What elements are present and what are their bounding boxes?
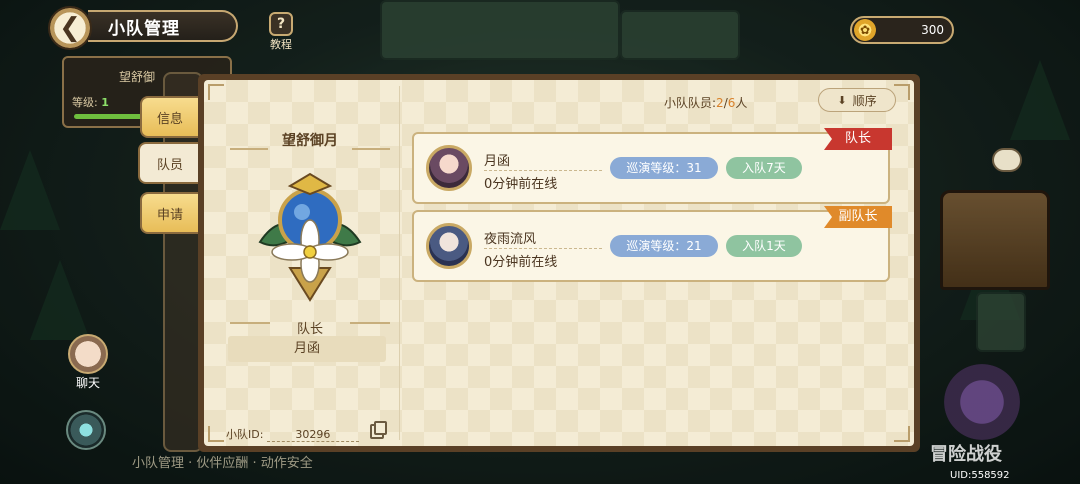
- tutorial-label: 教程: [270, 38, 292, 51]
- team-id-value: 30296: [266, 428, 359, 442]
- leader-name: 月函: [228, 336, 386, 362]
- member-name: 夜雨流风: [484, 232, 537, 247]
- leader-role-label: 队长: [296, 322, 323, 337]
- coin-counter[interactable]: ✿ 300: [850, 16, 954, 44]
- leader-ribbon: 队长: [824, 128, 892, 150]
- coin-icon: ✿: [854, 19, 876, 41]
- member-name: 月函: [484, 154, 511, 169]
- member-status: 0分钟前在线: [484, 248, 602, 270]
- tab-apply[interactable]: 申请: [140, 192, 198, 234]
- arrow-down-icon: ⬇: [837, 93, 847, 107]
- chat-label: 聊天: [75, 376, 100, 390]
- compass-icon[interactable]: [66, 410, 106, 450]
- adventure-label[interactable]: 冒险战役: [930, 440, 1002, 466]
- chat-button[interactable]: 聊天: [66, 334, 110, 391]
- member-days-badge: 入队7天: [726, 157, 802, 179]
- member-card[interactable]: 夜雨流风 0分钟前在线 巡演等级：21 入队1天 副队长: [412, 206, 892, 282]
- background-level: 等级: 1: [72, 94, 109, 110]
- background-team-name: 望舒御: [119, 70, 156, 84]
- member-avatar[interactable]: [426, 223, 472, 269]
- back-button[interactable]: ❮: [48, 6, 92, 50]
- help-icon: ?: [269, 12, 293, 36]
- corner-decoration: [894, 84, 910, 100]
- page-title: 小队管理: [88, 10, 238, 42]
- adventure-orb-icon[interactable]: [944, 364, 1020, 440]
- team-info-column: 望舒御月 队长 月函 小队ID: 30296: [210, 86, 400, 442]
- member-count-label: 小队队员:: [664, 96, 717, 110]
- order-button[interactable]: ⬇ 顺序: [818, 88, 896, 112]
- dialog-body: 望舒御月 队长 月函 小队ID: 30296 小队队员:2/6人 ⬇ 顺序 月函…: [204, 80, 914, 446]
- level-label: 等级:: [72, 96, 98, 109]
- order-label: 顺序: [852, 93, 877, 108]
- member-level-badge: 巡演等级：31: [610, 157, 718, 179]
- member-days-badge: 入队1天: [726, 235, 802, 257]
- team-id-label: 小队ID:: [226, 428, 264, 441]
- chat-avatar-icon: [68, 334, 108, 374]
- member-level-badge: 巡演等级：21: [610, 235, 718, 257]
- background-text: 小队管理 · 伙伴应酬 · 动作安全: [132, 456, 313, 471]
- vice-leader-ribbon: 副队长: [824, 206, 892, 228]
- member-status: 0分钟前在线: [484, 170, 602, 192]
- tutorial-button[interactable]: ? 教程: [264, 12, 298, 52]
- member-avatar[interactable]: [426, 145, 472, 191]
- member-count-unit: 人: [735, 96, 748, 110]
- back-arrow-icon: ❮: [59, 13, 81, 43]
- level-value: 1: [101, 96, 109, 109]
- coin-amount: 300: [921, 23, 944, 37]
- team-name: 望舒御月: [282, 133, 338, 149]
- corner-decoration: [894, 426, 910, 442]
- team-dialog: 望舒御月 队长 月函 小队ID: 30296 小队队员:2/6人 ⬇ 顺序 月函…: [198, 74, 920, 452]
- member-count-current: 2: [716, 96, 724, 110]
- shop-bubble-icon[interactable]: [992, 148, 1022, 172]
- copy-icon[interactable]: [370, 421, 387, 439]
- member-card[interactable]: 月函 0分钟前在线 巡演等级：31 入队7天 队长: [412, 128, 892, 204]
- tab-members[interactable]: 队员: [138, 142, 200, 184]
- uid-label: UID:558592: [950, 470, 1010, 481]
- team-id: 小队ID: 30296: [226, 426, 359, 442]
- team-emblem-icon: [258, 172, 362, 302]
- member-count: 小队队员:2/6人: [664, 94, 747, 111]
- tab-info[interactable]: 信息: [140, 96, 198, 138]
